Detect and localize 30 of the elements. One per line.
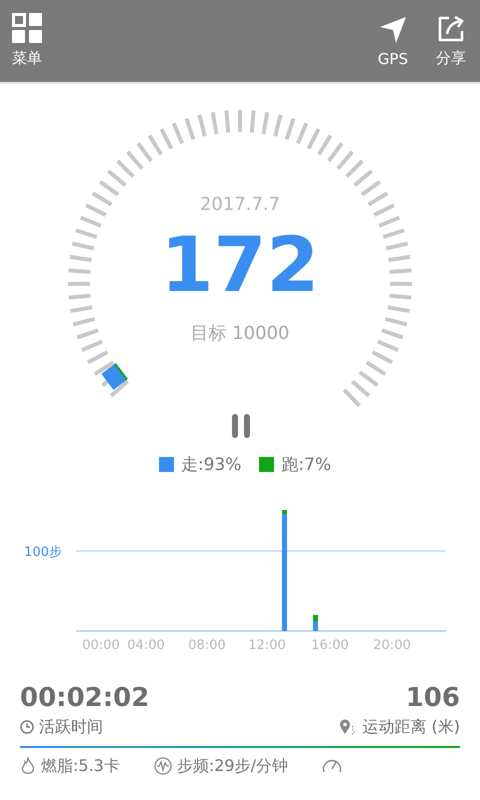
gps-button[interactable]: GPS [378,16,408,68]
navigation-arrow-icon [378,16,407,44]
x-axis-label: 00:00 [82,638,120,653]
pulse-icon [154,757,172,776]
x-axis-label: 04:00 [127,638,165,653]
active-time: 00:02:02 [20,684,150,713]
distance-label: 运动距离 (米) [362,716,460,738]
step-goal: 目标 10000 [190,322,290,345]
y-axis-label: 100步 [24,545,62,560]
progress-marker [101,363,128,390]
x-axis-label: 08:00 [188,638,226,653]
share-icon [437,15,465,43]
x-axis-label: 20:00 [373,638,411,653]
flame-icon [20,757,36,776]
grid-icon [12,13,42,43]
step-count: 172 [160,227,320,303]
legend-label: 走:93% [180,454,242,476]
bar [313,615,318,631]
metric-text: 步频:29步/分钟 [176,756,288,777]
distance-value: 106 [406,684,460,713]
clock-icon [20,720,34,734]
x-axis-label: 12:00 [248,638,286,653]
date-label: 2017.7.7 [200,194,280,215]
x-axis-label: 16:00 [311,638,349,653]
metric-text: 燃脂:5.3卡 [41,756,120,777]
menu-button[interactable]: 菜单 [12,13,42,68]
legend-label: 跑:7% [281,454,332,476]
location-pin-icon [339,719,358,736]
active-time-label: 活跃时间 [39,716,103,738]
share-button[interactable]: 分享 [436,15,466,68]
